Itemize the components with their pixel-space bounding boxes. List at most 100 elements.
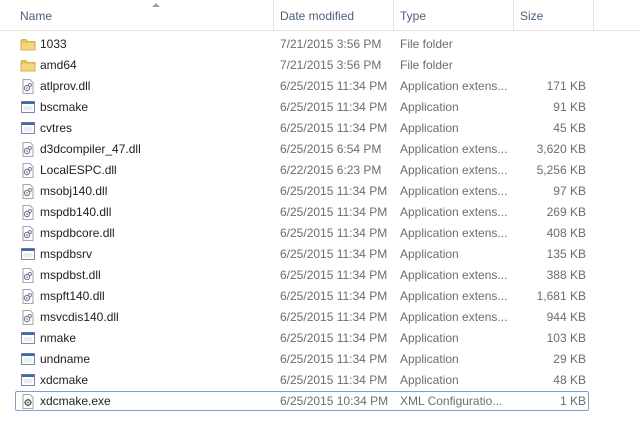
file-type: Application extens...	[400, 226, 508, 240]
file-size: 5,256 KB	[536, 163, 586, 177]
dll-file-icon	[20, 142, 36, 157]
dll-file-icon	[20, 289, 36, 304]
file-name: mspdb140.dll	[40, 205, 112, 219]
column-header-bar: Name Date modified Type Size	[0, 0, 640, 31]
file-type: Application extens...	[400, 142, 508, 156]
folder-icon	[20, 37, 36, 52]
column-header-date-label: Date modified	[280, 9, 355, 23]
file-name: mspdbst.dll	[40, 268, 101, 282]
dll-file-icon	[20, 184, 36, 199]
dll-file-icon	[20, 226, 36, 241]
file-type: Application extens...	[400, 268, 508, 282]
application-icon	[20, 373, 36, 388]
file-type: Application	[400, 373, 459, 387]
file-row[interactable]: LocalESPC.dll 6/22/2015 6:23 PM Applicat…	[0, 160, 640, 181]
file-size: 408 KB	[546, 226, 586, 240]
file-type: Application	[400, 331, 459, 345]
file-date-modified: 6/25/2015 11:34 PM	[280, 247, 388, 261]
file-name: cvtres	[40, 121, 73, 135]
file-name: xdcmake	[40, 373, 89, 387]
column-header-size[interactable]: Size	[514, 0, 594, 30]
file-row[interactable]: cvtres 6/25/2015 11:34 PM Application 45…	[0, 118, 640, 139]
file-date-modified: 7/21/2015 3:56 PM	[280, 58, 382, 72]
file-name: 1033	[40, 37, 67, 51]
file-name: msvcdis140.dll	[40, 310, 119, 324]
file-name: amd64	[40, 58, 77, 72]
file-name: mspft140.dll	[40, 289, 105, 303]
config-file-icon	[20, 394, 36, 409]
folder-icon	[20, 58, 36, 73]
file-name: msobj140.dll	[40, 184, 108, 198]
application-icon	[20, 331, 36, 346]
column-header-date-modified[interactable]: Date modified	[274, 0, 394, 30]
file-name: nmake	[40, 331, 77, 345]
file-row[interactable]: xdcmake 6/25/2015 11:34 PM Application 4…	[0, 370, 640, 391]
file-name: atlprov.dll	[40, 79, 91, 93]
file-row[interactable]: mspdbsrv 6/25/2015 11:34 PM Application …	[0, 244, 640, 265]
application-icon	[20, 247, 36, 262]
file-size: 48 KB	[553, 373, 586, 387]
dll-file-icon	[20, 310, 36, 325]
file-type: Application extens...	[400, 205, 508, 219]
file-row[interactable]: mspdb140.dll 6/25/2015 11:34 PM Applicat…	[0, 202, 640, 223]
dll-file-icon	[20, 268, 36, 283]
file-type: Application extens...	[400, 289, 508, 303]
column-header-size-label: Size	[520, 9, 544, 23]
file-date-modified: 6/25/2015 6:54 PM	[280, 142, 382, 156]
file-date-modified: 6/25/2015 11:34 PM	[280, 184, 388, 198]
file-name: LocalESPC.dll	[40, 163, 117, 177]
file-size: 1 KB	[559, 394, 586, 408]
file-size: 45 KB	[553, 121, 586, 135]
file-list-view: Name Date modified Type Size 1033 7/21/2…	[0, 0, 640, 423]
file-date-modified: 6/22/2015 6:23 PM	[280, 163, 382, 177]
file-date-modified: 6/25/2015 11:34 PM	[280, 289, 388, 303]
file-row[interactable]: 1033 7/21/2015 3:56 PM File folder	[0, 34, 640, 55]
file-row[interactable]: mspft140.dll 6/25/2015 11:34 PM Applicat…	[0, 286, 640, 307]
dll-file-icon	[20, 79, 36, 94]
file-row[interactable]: undname 6/25/2015 11:34 PM Application 2…	[0, 349, 640, 370]
sort-ascending-icon	[152, 3, 160, 7]
file-date-modified: 6/25/2015 11:34 PM	[280, 79, 388, 93]
file-row[interactable]: nmake 6/25/2015 11:34 PM Application 103…	[0, 328, 640, 349]
file-date-modified: 6/25/2015 11:34 PM	[280, 331, 388, 345]
file-date-modified: 6/25/2015 11:34 PM	[280, 352, 388, 366]
file-size: 135 KB	[546, 247, 586, 261]
column-header-name-label: Name	[20, 9, 53, 23]
file-name: mspdbsrv	[40, 247, 93, 261]
file-row[interactable]: msvcdis140.dll 6/25/2015 11:34 PM Applic…	[0, 307, 640, 328]
file-size: 103 KB	[546, 331, 586, 345]
file-type: Application	[400, 121, 459, 135]
file-type: Application	[400, 352, 459, 366]
file-size: 388 KB	[546, 268, 586, 282]
file-date-modified: 6/25/2015 11:34 PM	[280, 373, 388, 387]
file-name: mspdbcore.dll	[40, 226, 115, 240]
application-icon	[20, 121, 36, 136]
column-header-type-label: Type	[400, 9, 427, 23]
file-row[interactable]: bscmake 6/25/2015 11:34 PM Application 9…	[0, 97, 640, 118]
file-type: XML Configuratio...	[400, 394, 503, 408]
file-name: xdcmake.exe	[40, 394, 111, 408]
file-date-modified: 6/25/2015 11:34 PM	[280, 268, 388, 282]
file-type: Application extens...	[400, 163, 508, 177]
application-icon	[20, 352, 36, 367]
file-size: 269 KB	[546, 205, 586, 219]
file-row[interactable]: xdcmake.exe 6/25/2015 10:34 PM XML Confi…	[0, 391, 640, 412]
file-size: 3,620 KB	[536, 142, 586, 156]
file-size: 171 KB	[546, 79, 586, 93]
file-row[interactable]: atlprov.dll 6/25/2015 11:34 PM Applicati…	[0, 76, 640, 97]
file-type: Application extens...	[400, 184, 508, 198]
file-date-modified: 6/25/2015 11:34 PM	[280, 310, 388, 324]
file-date-modified: 6/25/2015 11:34 PM	[280, 100, 388, 114]
file-row[interactable]: amd64 7/21/2015 3:56 PM File folder	[0, 55, 640, 76]
file-date-modified: 6/25/2015 11:34 PM	[280, 205, 388, 219]
file-type: File folder	[400, 58, 453, 72]
column-header-type[interactable]: Type	[394, 0, 514, 30]
file-date-modified: 7/21/2015 3:56 PM	[280, 37, 382, 51]
file-type: Application extens...	[400, 310, 508, 324]
file-row[interactable]: mspdbst.dll 6/25/2015 11:34 PM Applicati…	[0, 265, 640, 286]
file-row[interactable]: d3dcompiler_47.dll 6/25/2015 6:54 PM App…	[0, 139, 640, 160]
column-header-name[interactable]: Name	[14, 0, 274, 30]
file-row[interactable]: msobj140.dll 6/25/2015 11:34 PM Applicat…	[0, 181, 640, 202]
file-row[interactable]: mspdbcore.dll 6/25/2015 11:34 PM Applica…	[0, 223, 640, 244]
file-type: Application	[400, 247, 459, 261]
